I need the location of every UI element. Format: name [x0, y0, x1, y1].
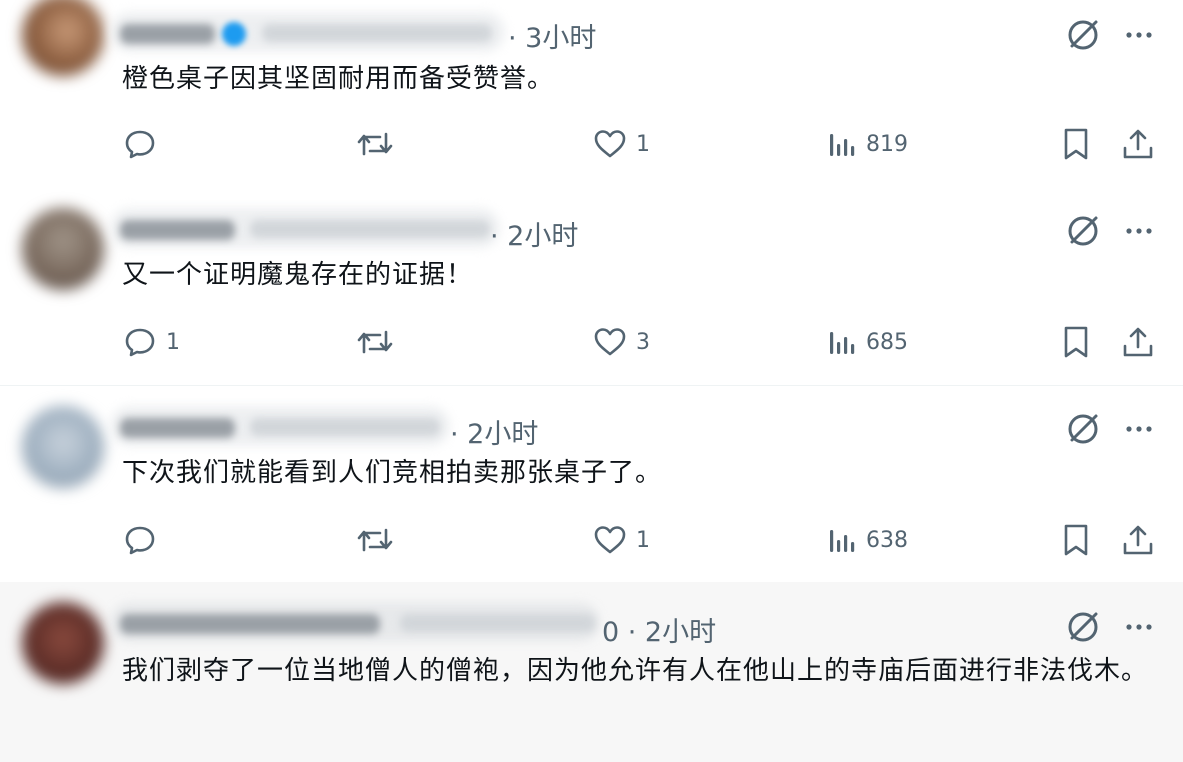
- views-count: 819: [866, 131, 908, 157]
- reply-post[interactable]: 0 · 2小时 我们剥夺了一位当地僧人的僧袍，因为他允许有人在他山上的寺庙后面进…: [0, 582, 1183, 762]
- like-icon: [594, 328, 626, 356]
- avatar[interactable]: [22, 208, 104, 290]
- retweet-button[interactable]: [355, 124, 403, 164]
- share-icon: [1123, 327, 1153, 357]
- views-icon: [830, 530, 855, 552]
- like-count: 1: [636, 527, 650, 553]
- share-icon: [1123, 525, 1153, 555]
- more-icon[interactable]: [1122, 412, 1156, 446]
- reply-icon: [125, 328, 155, 357]
- grok-icon[interactable]: [1066, 412, 1100, 446]
- grok-icon[interactable]: [1066, 18, 1100, 52]
- reply-count: 1: [166, 329, 180, 355]
- reply-button[interactable]: [122, 124, 166, 164]
- reply-post[interactable]: · 2小时 又一个证明魔鬼存在的证据！ 1 3 685: [0, 188, 1183, 386]
- retweet-icon: [357, 330, 393, 354]
- reply-feed: · 3小时 橙色桌子因其坚固耐用而备受赞誉。 1 819 · 2小时 又一个证明…: [0, 0, 1183, 762]
- retweet-button[interactable]: [355, 322, 403, 362]
- bookmark-button[interactable]: [1060, 322, 1092, 362]
- grok-icon[interactable]: [1066, 214, 1100, 248]
- post-text: 下次我们就能看到人们竞相拍卖那张桌子了。: [122, 458, 663, 488]
- bookmark-icon: [1064, 326, 1088, 358]
- views-icon: [830, 134, 855, 156]
- views-count: 685: [866, 329, 908, 355]
- retweet-icon: [357, 132, 393, 156]
- reply-button[interactable]: [122, 520, 166, 560]
- share-button[interactable]: [1121, 124, 1155, 164]
- like-count: 1: [636, 131, 650, 157]
- retweet-button[interactable]: [355, 520, 403, 560]
- reply-icon: [125, 526, 155, 555]
- more-icon[interactable]: [1122, 610, 1156, 644]
- like-button[interactable]: 3: [592, 322, 650, 362]
- share-button[interactable]: [1121, 520, 1155, 560]
- post-text: 又一个证明魔鬼存在的证据！: [122, 260, 474, 290]
- more-icon[interactable]: [1122, 18, 1156, 52]
- views-button[interactable]: 685: [826, 322, 908, 362]
- bookmark-button[interactable]: [1060, 520, 1092, 560]
- post-time[interactable]: · 2小时: [490, 214, 578, 253]
- views-button[interactable]: 638: [826, 520, 908, 560]
- views-button[interactable]: 819: [826, 124, 908, 164]
- reply-icon: [125, 130, 155, 159]
- share-icon: [1123, 129, 1153, 159]
- post-time[interactable]: · 2小时: [450, 412, 538, 451]
- post-time[interactable]: 0 · 2小时: [602, 610, 716, 649]
- retweet-icon: [357, 528, 393, 552]
- reply-button[interactable]: 1: [122, 322, 180, 362]
- views-count: 638: [866, 527, 908, 553]
- like-button[interactable]: 1: [592, 124, 650, 164]
- post-text: 橙色桌子因其坚固耐用而备受赞誉。: [122, 64, 555, 94]
- avatar[interactable]: [22, 406, 104, 488]
- share-button[interactable]: [1121, 322, 1155, 362]
- post-text: 我们剥夺了一位当地僧人的僧袍，因为他允许有人在他山上的寺庙后面进行非法伐木。: [122, 656, 1149, 686]
- avatar[interactable]: [22, 602, 104, 684]
- grok-icon[interactable]: [1066, 610, 1100, 644]
- like-icon: [594, 526, 626, 554]
- bookmark-button[interactable]: [1060, 124, 1092, 164]
- post-time[interactable]: · 3小时: [508, 16, 596, 55]
- reply-post[interactable]: · 3小时 橙色桌子因其坚固耐用而备受赞誉。 1 819: [0, 0, 1183, 198]
- reply-post[interactable]: · 2小时 下次我们就能看到人们竞相拍卖那张桌子了。 1 638: [0, 386, 1183, 584]
- like-count: 3: [636, 329, 650, 355]
- like-button[interactable]: 1: [592, 520, 650, 560]
- like-icon: [594, 130, 626, 158]
- views-icon: [830, 332, 855, 354]
- more-icon[interactable]: [1122, 214, 1156, 248]
- bookmark-icon: [1064, 128, 1088, 160]
- bookmark-icon: [1064, 524, 1088, 556]
- avatar[interactable]: [22, 0, 104, 76]
